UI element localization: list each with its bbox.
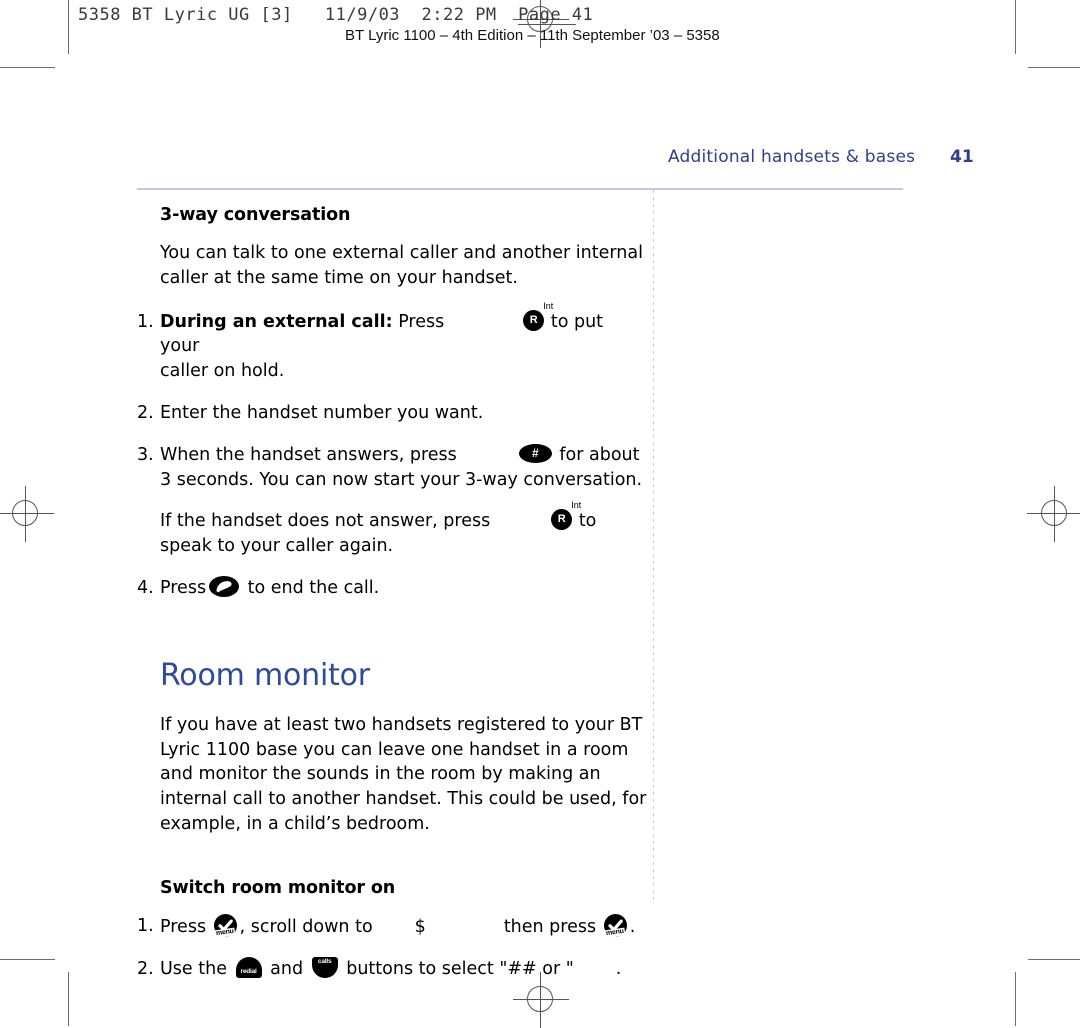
text-column: 3-way conversation You can talk to one e…: [137, 205, 647, 998]
step-number: 2.: [137, 958, 154, 979]
steps-3way-conversation: 1. During an external call: Press R Int to …: [137, 301, 647, 493]
running-head: Additional handsets & bases: [668, 147, 916, 167]
calls-key-icon: calls: [311, 956, 338, 979]
step-number: 1.: [137, 915, 154, 936]
hash-key-icon: #: [518, 443, 552, 463]
step-text-5: .: [615, 958, 622, 979]
redial-key-label: redial: [240, 967, 257, 975]
step-number: 1.: [137, 311, 154, 332]
r-int-key-icon: R Int: [551, 501, 581, 531]
paragraph-3way-intro: You can talk to one external caller and …: [160, 243, 643, 288]
list-item: 4. Press to end the call.: [137, 575, 647, 601]
steps-switch-room-monitor-on: 1. Press menu, scroll down to $ then press …: [137, 913, 647, 982]
list-item: 3. When the handset answers, press # for a…: [137, 443, 647, 493]
r-key-letter: R: [529, 313, 538, 326]
step-text-after: for about: [559, 444, 640, 465]
header-rule: [137, 188, 903, 190]
end-call-key-icon: [209, 575, 240, 597]
step-text-before: Enter the handset number you want.: [160, 402, 484, 423]
subheading-switch-room-monitor-on: Switch room monitor on: [160, 877, 396, 898]
step-text-1: Press: [160, 916, 207, 937]
hash-key-glyph: #: [531, 445, 539, 460]
list-item: 1. Press menu, scroll down to $ then press …: [137, 913, 647, 940]
note-continuation: speak to your caller again.: [160, 536, 394, 557]
step-text-before: When the handset answers, press: [160, 444, 457, 465]
menu-key-icon: menu: [603, 913, 628, 939]
note-text-after: to: [578, 511, 597, 532]
r-int-key-icon: R Int: [523, 301, 553, 331]
r-key-superscript: Int: [571, 500, 582, 511]
paragraph-3way-note: If the handset does not answer, press R In…: [137, 501, 647, 559]
step-text-3: then press: [503, 916, 597, 937]
calls-key-label: calls: [317, 957, 332, 965]
step-text-before: Press: [160, 577, 207, 598]
menu-target-glyph: $: [414, 916, 426, 937]
steps-3way-end: 4. Press to end the call.: [137, 575, 647, 601]
step-text-after: to end the call.: [247, 577, 380, 598]
page-number: 41: [950, 147, 974, 167]
list-item: 1. During an external call: Press R Int to …: [137, 301, 647, 384]
step-text-2: and: [270, 958, 304, 979]
step-text-4: .: [629, 916, 636, 937]
step-number: 3.: [137, 444, 154, 465]
list-item: 2. Use the redial and calls buttons to se…: [137, 956, 647, 982]
step-text-4: or ": [542, 958, 574, 979]
step-number: 4.: [137, 577, 154, 598]
note-text-before: If the handset does not answer, press: [160, 511, 491, 532]
redial-key-icon: redial: [235, 956, 262, 979]
r-key-letter: R: [557, 513, 566, 526]
step-text-2: , scroll down to: [239, 916, 373, 937]
step-text-1: Use the: [160, 958, 227, 979]
list-item: 2. Enter the handset number you want.: [137, 401, 647, 426]
step-text-before: Press: [392, 311, 445, 332]
step-continuation: caller on hold.: [160, 361, 285, 382]
step-continuation: 3 seconds. You can now start your 3-way …: [160, 469, 643, 490]
step-text-3: buttons to select "##: [346, 958, 537, 979]
manual-page: Additional handsets & bases 41 3-way con…: [0, 0, 1080, 1026]
heading-room-monitor: Room monitor: [160, 657, 370, 693]
step-number: 2.: [137, 402, 154, 423]
subheading-3way-conversation: 3-way conversation: [160, 205, 351, 225]
r-key-superscript: Int: [543, 300, 554, 311]
paragraph-room-monitor: If you have at least two handsets regist…: [160, 714, 647, 834]
column-divider: [653, 190, 654, 902]
menu-key-icon: menu: [213, 913, 238, 939]
step-lead-in: During an external call:: [160, 311, 393, 332]
